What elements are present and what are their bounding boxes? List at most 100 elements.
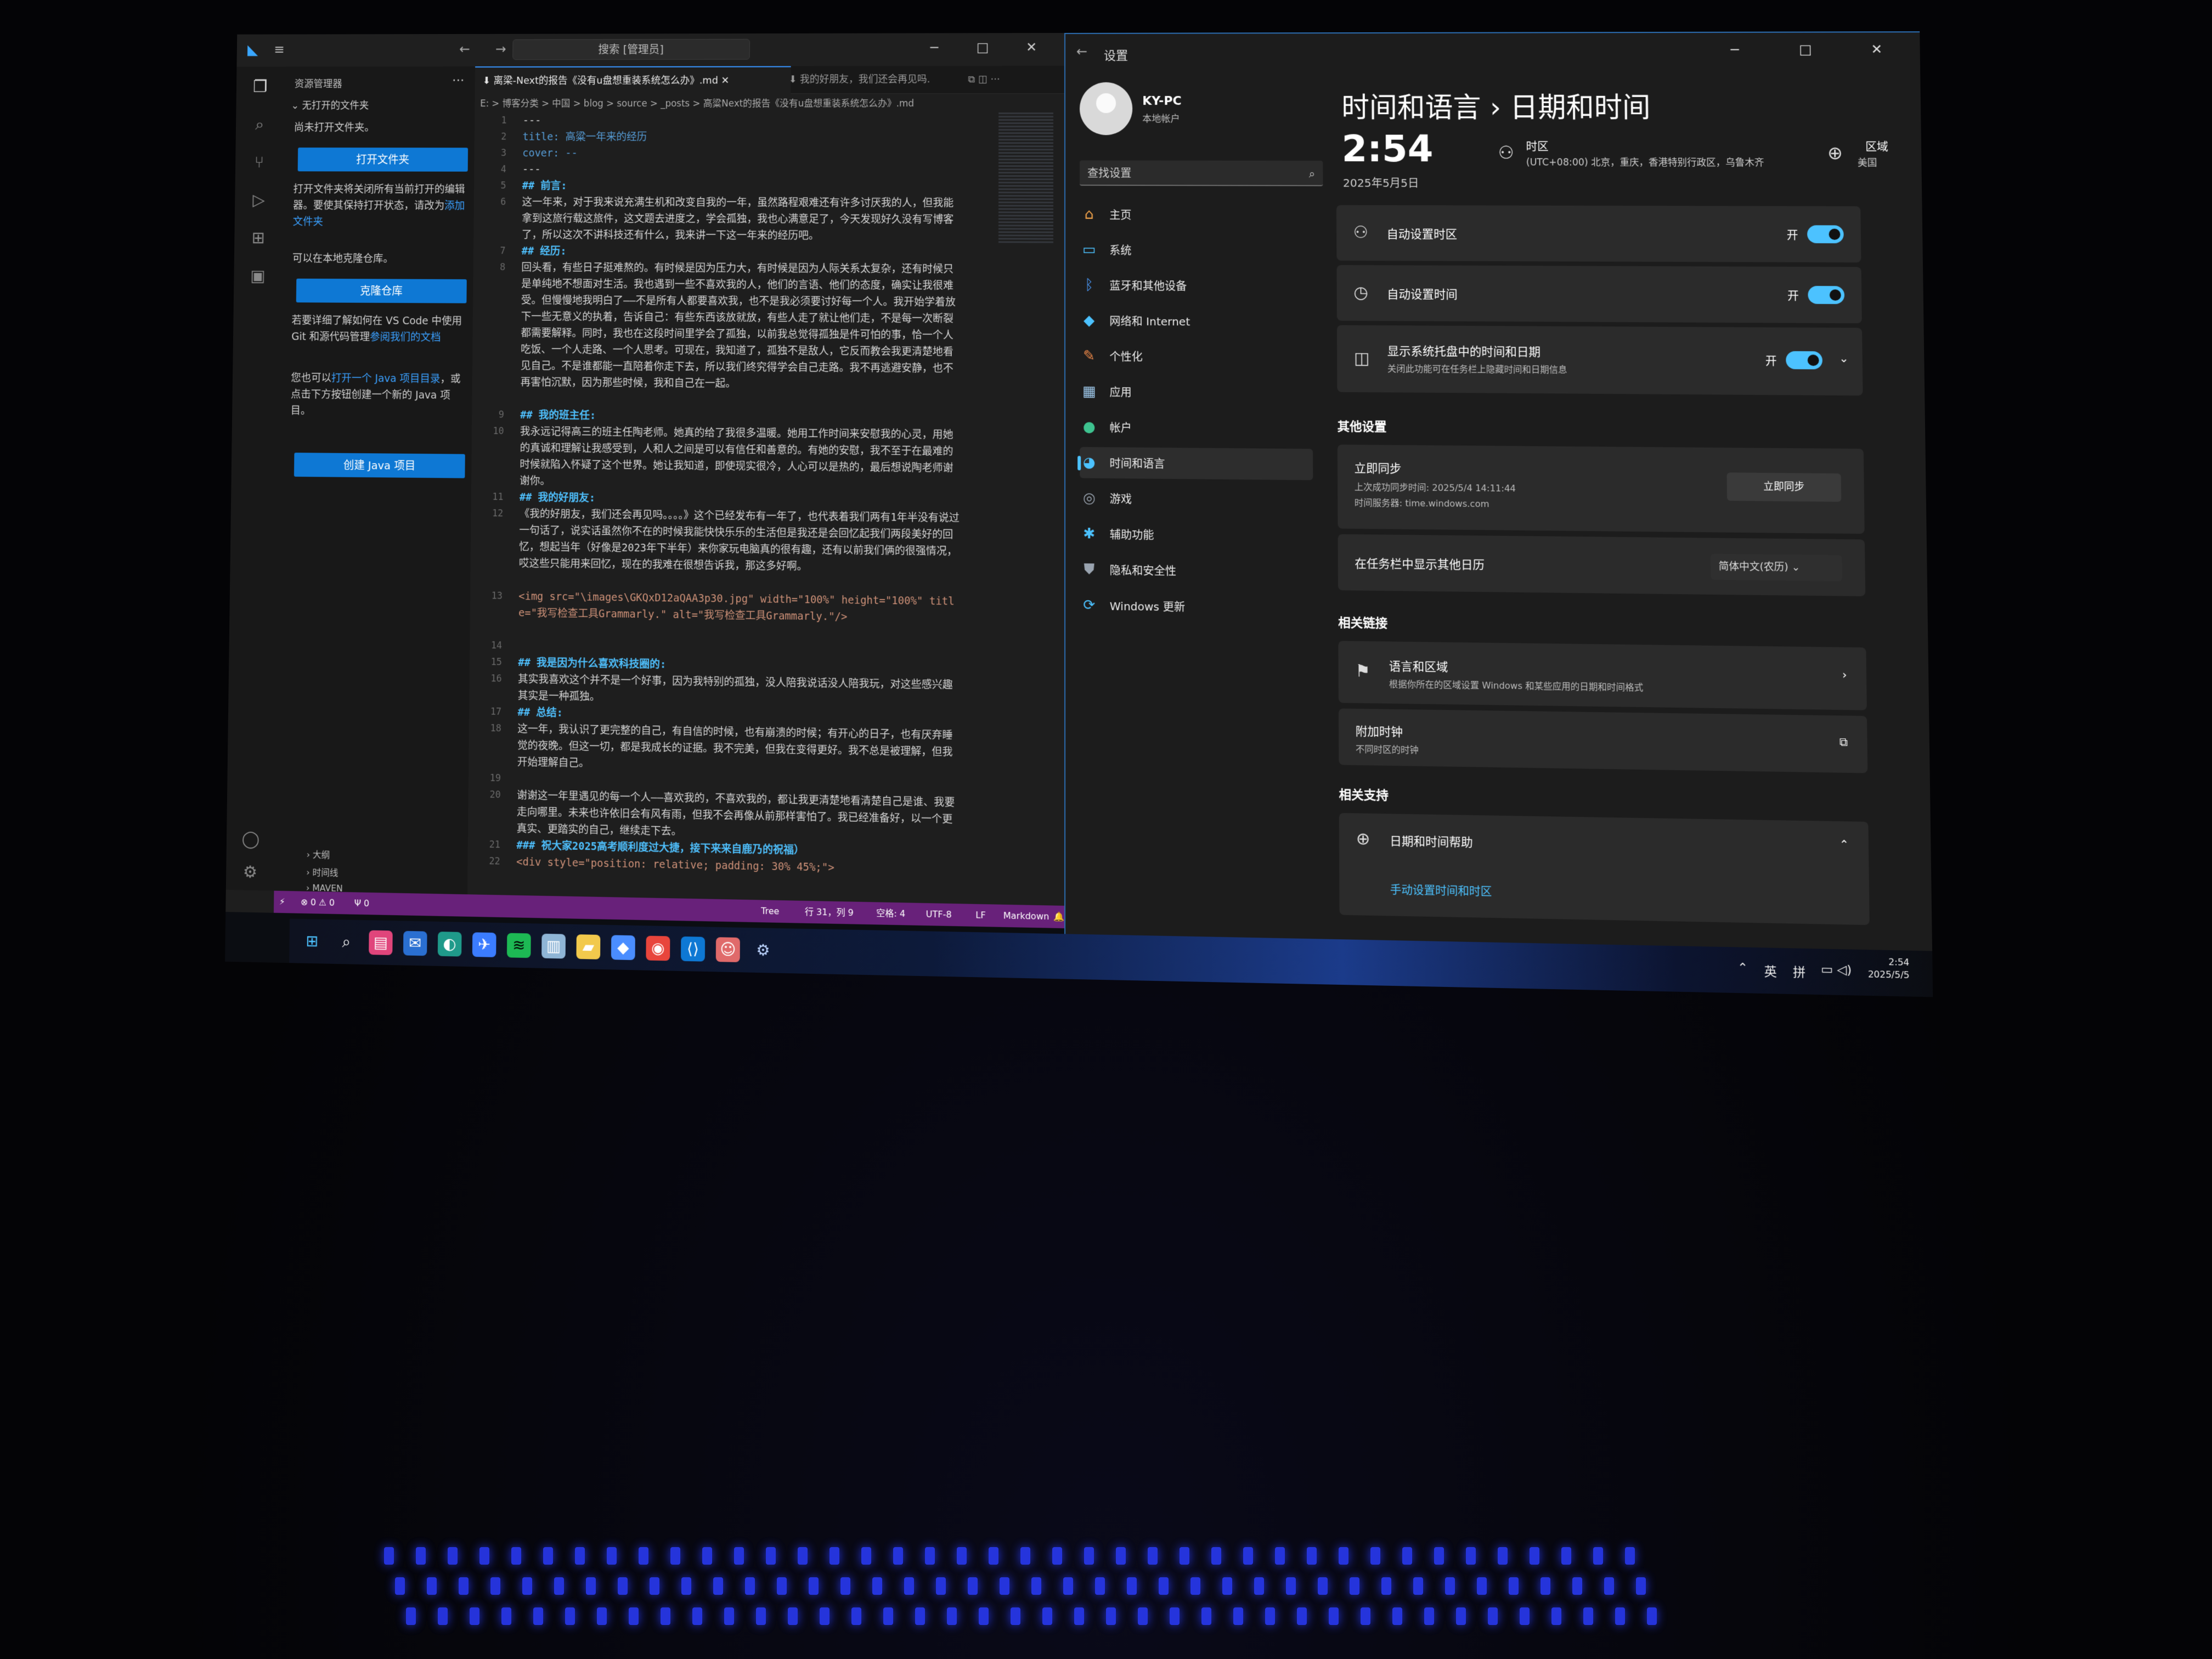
outline-section[interactable]: › 大纲 xyxy=(307,847,330,861)
help-title[interactable]: 日期和时间帮助 xyxy=(1390,832,1472,850)
language-region-row[interactable]: ⚑ 语言和区域 根据你所在的区域设置 Windows 和某些应用的日期和时间格式… xyxy=(1338,641,1866,710)
nav-arrows[interactable]: ← → xyxy=(459,42,517,57)
timeline-section[interactable]: › 时间线 xyxy=(306,865,338,878)
tab-inactive-file[interactable]: ⬇ 我的好朋友，我们还会再见吗. xyxy=(781,66,970,93)
problems-indicator[interactable]: ⊗ 0 ⚠ 0 xyxy=(301,891,335,914)
sync-now-button[interactable]: 立即同步 xyxy=(1727,472,1842,501)
search-icon[interactable]: ⌕ xyxy=(250,115,270,136)
indentation[interactable]: 空格: 4 xyxy=(876,902,905,925)
language-mode[interactable]: Markdown xyxy=(1003,905,1049,928)
code-line[interactable]: ## 经历: xyxy=(522,243,960,261)
notepad-icon[interactable]: ▥ xyxy=(541,934,566,959)
ports-indicator[interactable]: Ψ 0 xyxy=(354,892,369,915)
code-line[interactable]: --- xyxy=(522,161,960,178)
breadcrumb[interactable]: E: > 博客分类 > 中国 > blog > source > _posts … xyxy=(480,95,914,109)
remote-explorer-icon[interactable]: ▣ xyxy=(247,267,268,287)
encoding[interactable]: UTF-8 xyxy=(926,903,952,926)
code-line[interactable]: title: 高粱一年来的经历 xyxy=(522,129,960,145)
minimap[interactable] xyxy=(998,112,1053,245)
breadcrumb-separator: › xyxy=(1489,91,1502,124)
nav-item-7[interactable]: ◕ 时间和语言 xyxy=(1080,447,1313,480)
chrome-icon[interactable]: ◉ xyxy=(646,936,670,961)
create-java-project-button[interactable]: 创建 Java 项目 xyxy=(294,453,465,478)
code-line[interactable]: --- xyxy=(523,112,961,129)
tab-active-file[interactable]: ⬇ 离梁-Next的报告《没有u盘想重装系统怎么办》.md ✕ xyxy=(475,66,791,95)
taskbar-clock[interactable]: 2:54 2025/5/5 xyxy=(1867,956,1909,982)
start-icon[interactable]: ⊞ xyxy=(300,929,324,953)
menu-icon[interactable]: ≡ xyxy=(274,42,285,57)
code-line[interactable] xyxy=(518,637,960,643)
manual-time-link[interactable]: 手动设置时间和时区 xyxy=(1390,881,1492,899)
edge-icon[interactable]: ◐ xyxy=(438,932,462,956)
explorer-more-icon[interactable]: ··· xyxy=(452,73,464,88)
code-line[interactable]: <img src="\images\GKQxD12aQAA3p30.jpg" w… xyxy=(518,588,960,627)
remote-indicator[interactable]: ⚡ xyxy=(279,891,285,913)
spotify-icon[interactable]: ≋ xyxy=(507,933,531,958)
auto-timezone-toggle[interactable] xyxy=(1807,225,1844,244)
nav-item-11[interactable]: ⟳ Windows 更新 xyxy=(1080,590,1313,624)
feishu-icon[interactable]: ✈ xyxy=(472,932,496,957)
back-arrow-icon[interactable]: ← xyxy=(1076,44,1087,59)
mail-icon[interactable]: ✉ xyxy=(403,931,427,956)
nav-item-2[interactable]: ᛒ 蓝牙和其他设备 xyxy=(1080,269,1312,301)
explorer-icon[interactable]: ❐ xyxy=(250,77,270,98)
run-debug-icon[interactable]: ▷ xyxy=(249,191,269,212)
manage-gear-icon[interactable]: ⚙ xyxy=(240,862,260,884)
vscode-icon[interactable]: ⟨⟩ xyxy=(681,936,705,962)
command-center-search[interactable]: 搜索 [管理员] xyxy=(512,39,750,60)
eol[interactable]: LF xyxy=(975,904,985,927)
nav-item-5[interactable]: ▦ 应用 xyxy=(1080,376,1313,409)
settings-window-controls[interactable]: − □ ✕ xyxy=(1729,42,1910,58)
app-pink-icon[interactable]: ▤ xyxy=(369,930,393,955)
folder-icon[interactable]: ▰ xyxy=(576,934,600,960)
account-icon[interactable]: ◯ xyxy=(240,830,261,851)
nav-item-9[interactable]: ✱ 辅助功能 xyxy=(1080,518,1313,552)
nav-item-4[interactable]: ✎ 个性化 xyxy=(1080,341,1312,373)
nav-item-1[interactable]: ▭ 系统 xyxy=(1080,234,1312,266)
code-line[interactable]: cover: -- xyxy=(522,145,960,162)
extra-calendar-select[interactable]: 简体中文(农历) ⌄ xyxy=(1711,554,1842,581)
tray-ime[interactable]: 拼 xyxy=(1793,962,1805,981)
nav-item-3[interactable]: ◆ 网络和 Internet xyxy=(1080,305,1312,337)
clone-repo-button[interactable]: 克隆仓库 xyxy=(296,279,467,303)
key-light xyxy=(1243,1547,1253,1565)
settings-icon[interactable]: ⚙ xyxy=(751,938,775,963)
notifications-bell-icon[interactable]: 🔔 xyxy=(1053,906,1064,928)
extensions-icon[interactable]: ⊞ xyxy=(248,229,268,250)
code-line[interactable]: 这一年，我认识了更完整的自己，有自信的时候，也有崩溃的时候；有开心的日子，也有厌… xyxy=(517,720,960,777)
git-icon[interactable]: ◆ xyxy=(611,935,635,960)
code-line[interactable]: 回头看，有些日子挺难熬的。有时候是因为压力大，有时候是因为人际关系太复杂，还有时… xyxy=(521,259,960,393)
open-folder-button[interactable]: 打开文件夹 xyxy=(298,148,468,172)
nav-item-8[interactable]: ◎ 游戏 xyxy=(1080,483,1313,516)
profile-app-icon[interactable]: ☺ xyxy=(716,937,740,962)
tray-chevron-up-icon[interactable]: ⌃ xyxy=(1737,961,1748,976)
chevron-down-icon[interactable]: ⌄ xyxy=(1839,352,1849,365)
auto-time-toggle[interactable] xyxy=(1808,286,1844,304)
settings-search-input[interactable]: 查找设置 ⌕ xyxy=(1080,160,1323,186)
code-line[interactable]: 《我的好朋友，我们还会再见吗。。。。》这个已经发布有一年了，也代表着我们两有1年… xyxy=(519,506,960,577)
tray-language[interactable]: 英 xyxy=(1764,962,1776,980)
window-controls[interactable]: − □ ✕ xyxy=(929,40,1053,55)
nav-item-10[interactable]: ⛊ 隐私和安全性 xyxy=(1080,554,1313,588)
nav-item-0[interactable]: ⌂ 主页 xyxy=(1080,199,1312,231)
code-line[interactable]: ## 前言: xyxy=(522,178,961,195)
source-control-icon[interactable]: ⑂ xyxy=(249,153,269,173)
code-editor[interactable]: 1 --- 2 title: 高粱一年来的经历 3 cover: -- 4 --- 5 ## 前言… xyxy=(467,112,993,904)
tray-network-volume-icon[interactable]: ▭ ◁) xyxy=(1821,963,1852,978)
code-line[interactable]: 我永远记得高三的班主任陶老师。她真的给了我很多温暖。她用工作时间来安慰我的心灵，… xyxy=(520,424,960,493)
chevron-up-icon[interactable]: ⌃ xyxy=(1839,837,1849,851)
extra-clocks-row[interactable]: 附加时钟 不同时区的时钟 ⧉ xyxy=(1339,708,1867,773)
editor-actions[interactable]: ⧉ ◫ ··· xyxy=(961,66,1042,93)
open-java-link[interactable]: 打开一个 Java 项目目录 xyxy=(331,373,441,385)
breadcrumb-parent[interactable]: 时间和语言 xyxy=(1341,92,1481,124)
show-tray-time-toggle[interactable] xyxy=(1786,351,1822,369)
cursor-position[interactable]: 行 31，列 9 xyxy=(805,901,854,924)
docs-link[interactable]: 参阅我们的文档 xyxy=(370,331,441,344)
nav-item-6[interactable]: ● 帐户 xyxy=(1080,411,1313,444)
code-line[interactable]: 这一年来，对于我来说充满生机和改变自我的一年，虽然路程艰难还有许多讨厌我的人，但… xyxy=(522,194,960,245)
search-icon[interactable]: ⌕ xyxy=(334,929,358,954)
avatar[interactable] xyxy=(1080,82,1132,135)
code-line[interactable]: 谢谢这一年里遇见的每一个人——喜欢我的，不喜欢我的，都让我更清楚地看清楚自己是谁… xyxy=(517,787,960,845)
folder-header[interactable]: ⌄ 无打开的文件夹 xyxy=(291,98,369,112)
tree-indicator[interactable]: Tree xyxy=(761,900,779,922)
